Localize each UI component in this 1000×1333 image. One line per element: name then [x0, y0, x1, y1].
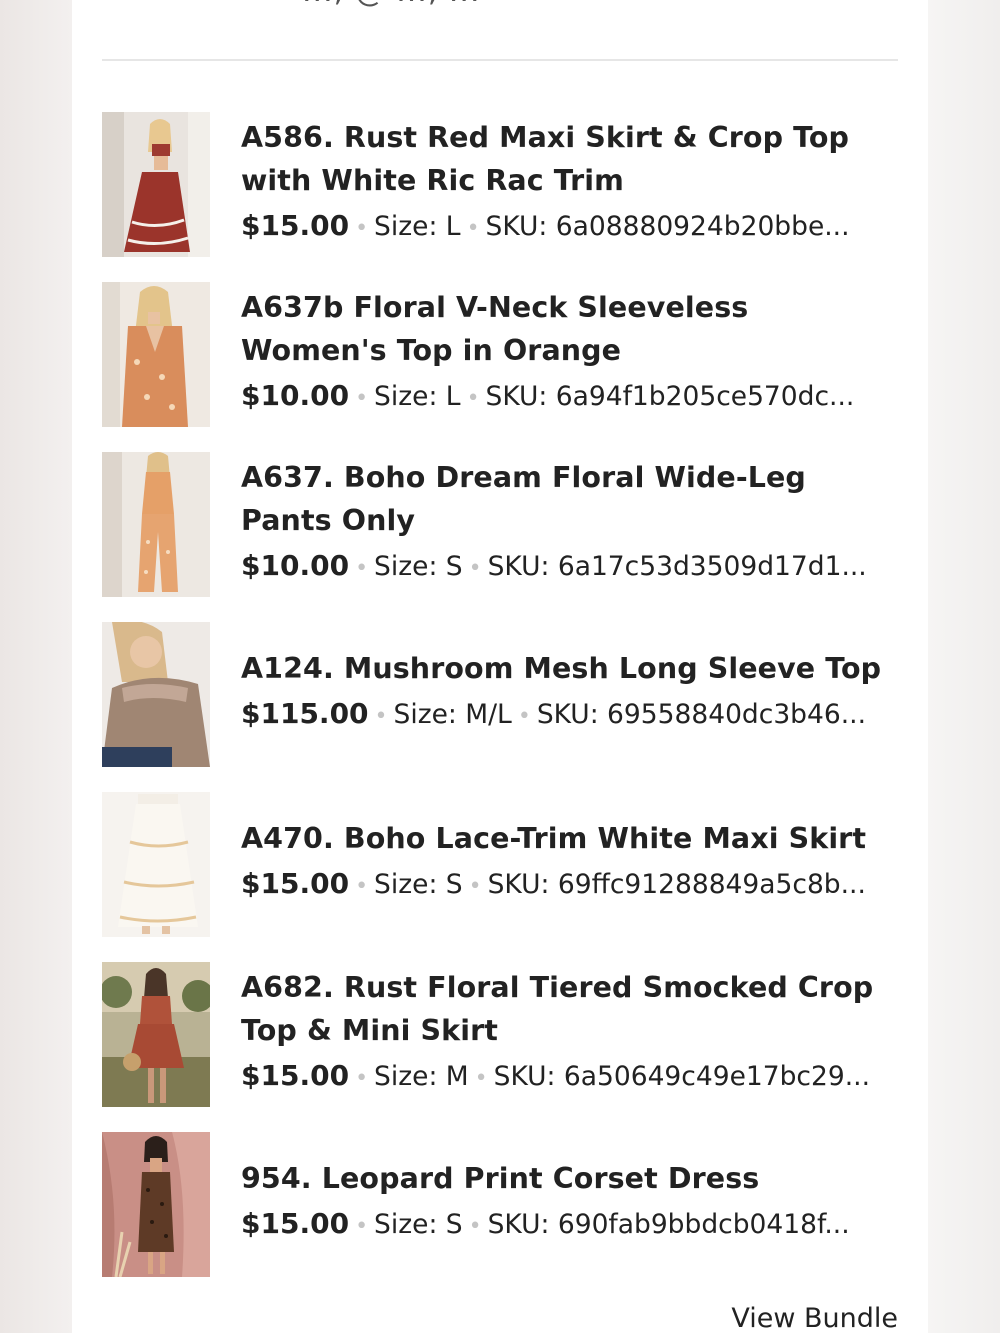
item-title[interactable]: A124. Mushroom Mesh Long Sleeve Top: [241, 647, 902, 690]
item-sku: SKU: 6a50649c49e17bc29...: [493, 1060, 870, 1092]
item-info: A682. Rust Floral Tiered Smocked Crop To…: [241, 962, 902, 1107]
item-sku: SKU: 6a08880924b20bbe...: [485, 210, 850, 242]
separator-dot: •: [355, 215, 369, 241]
item-price: $10.00: [241, 378, 350, 412]
item-size: Size: L: [374, 380, 461, 412]
separator-dot: •: [466, 215, 480, 241]
list-item[interactable]: A586. Rust Red Maxi Skirt & Crop Top wit…: [102, 112, 902, 257]
bundle-item-list: A586. Rust Red Maxi Skirt & Crop Top wit…: [102, 112, 902, 1302]
separator-dot: •: [355, 1065, 369, 1091]
item-size: Size: M/L: [393, 699, 512, 730]
list-item[interactable]: A637b Floral V-Neck Sleeveless Women's T…: [102, 282, 902, 427]
separator-dot: •: [355, 385, 369, 411]
item-meta: $15.00 • Size: S • SKU: 69ffc91288849a5c8b..…: [241, 863, 902, 908]
list-item[interactable]: A124. Mushroom Mesh Long Sleeve Top $115…: [102, 622, 902, 767]
background-blur-left: [0, 0, 72, 1333]
separator-dot: •: [468, 874, 482, 899]
view-bundle-link[interactable]: View Bundle: [731, 1303, 898, 1333]
separator-dot: •: [355, 555, 369, 581]
header-partial-text: ..., @ ..., ...: [302, 0, 481, 9]
item-size: Size: S: [374, 1209, 463, 1240]
item-title[interactable]: A637. Boho Dream Floral Wide-Leg Pants O…: [241, 456, 902, 542]
item-title[interactable]: A470. Boho Lace-Trim White Maxi Skirt: [241, 817, 902, 860]
item-title[interactable]: 954. Leopard Print Corset Dress: [241, 1157, 902, 1200]
item-info: A586. Rust Red Maxi Skirt & Crop Top wit…: [241, 112, 902, 257]
item-meta: $15.00 • Size: L • SKU: 6a08880924b20bbe...: [241, 205, 902, 250]
item-sku: SKU: 6a94f1b205ce570dc...: [485, 380, 855, 412]
item-price: $10.00: [241, 548, 350, 582]
item-price: $15.00: [241, 1058, 350, 1092]
item-size: Size: M: [374, 1060, 469, 1092]
divider: [102, 59, 898, 61]
item-info: A470. Boho Lace-Trim White Maxi Skirt $1…: [241, 792, 902, 937]
item-meta: $15.00 • Size: S • SKU: 690fab9bbdcb0418f...: [241, 1203, 902, 1248]
item-sku: SKU: 69ffc91288849a5c8b...: [487, 869, 866, 900]
separator-dot: •: [468, 1214, 482, 1239]
product-thumbnail[interactable]: [102, 282, 210, 427]
item-size: Size: S: [374, 550, 463, 582]
item-info: A124. Mushroom Mesh Long Sleeve Top $115…: [241, 622, 902, 767]
product-thumbnail[interactable]: [102, 622, 210, 767]
product-thumbnail[interactable]: [102, 962, 210, 1107]
separator-dot: •: [466, 385, 480, 411]
item-meta: $15.00 • Size: M • SKU: 6a50649c49e17bc29...: [241, 1055, 902, 1100]
item-price: $15.00: [241, 208, 350, 242]
item-sku: SKU: 6a17c53d3509d17d1...: [487, 550, 867, 582]
item-title[interactable]: A637b Floral V-Neck Sleeveless Women's T…: [241, 286, 902, 372]
item-info: A637. Boho Dream Floral Wide-Leg Pants O…: [241, 452, 902, 597]
separator-dot: •: [517, 704, 531, 729]
list-item[interactable]: A682. Rust Floral Tiered Smocked Crop To…: [102, 962, 902, 1107]
item-meta: $10.00 • Size: L • SKU: 6a94f1b205ce570dc...: [241, 375, 902, 420]
item-sku: SKU: 690fab9bbdcb0418f...: [487, 1209, 850, 1240]
list-item[interactable]: A470. Boho Lace-Trim White Maxi Skirt $1…: [102, 792, 902, 937]
background-blur-right: [928, 0, 1000, 1333]
bundle-card: ..., @ ..., ... A586. Rus: [72, 0, 928, 1333]
item-sku: SKU: 69558840dc3b46...: [536, 699, 866, 730]
item-meta: $115.00 • Size: M/L • SKU: 69558840dc3b46...: [241, 693, 902, 738]
item-price: $115.00: [241, 697, 369, 730]
item-price: $15.00: [241, 1207, 350, 1240]
separator-dot: •: [468, 555, 482, 581]
separator-dot: •: [355, 1214, 369, 1239]
product-thumbnail[interactable]: [102, 452, 210, 597]
separator-dot: •: [474, 1065, 488, 1091]
item-meta: $10.00 • Size: S • SKU: 6a17c53d3509d17d1...: [241, 545, 902, 590]
product-thumbnail[interactable]: [102, 792, 210, 937]
item-info: 954. Leopard Print Corset Dress $15.00 • S…: [241, 1132, 902, 1277]
product-thumbnail[interactable]: [102, 112, 210, 257]
item-info: A637b Floral V-Neck Sleeveless Women's T…: [241, 282, 902, 427]
item-size: Size: S: [374, 869, 463, 900]
item-size: Size: L: [374, 210, 461, 242]
list-item[interactable]: A637. Boho Dream Floral Wide-Leg Pants O…: [102, 452, 902, 597]
separator-dot: •: [355, 874, 369, 899]
item-title[interactable]: A682. Rust Floral Tiered Smocked Crop To…: [241, 966, 902, 1052]
separator-dot: •: [374, 704, 388, 729]
item-title[interactable]: A586. Rust Red Maxi Skirt & Crop Top wit…: [241, 116, 902, 202]
list-item[interactable]: 954. Leopard Print Corset Dress $15.00 • S…: [102, 1132, 902, 1277]
item-price: $15.00: [241, 867, 350, 900]
product-thumbnail[interactable]: [102, 1132, 210, 1277]
